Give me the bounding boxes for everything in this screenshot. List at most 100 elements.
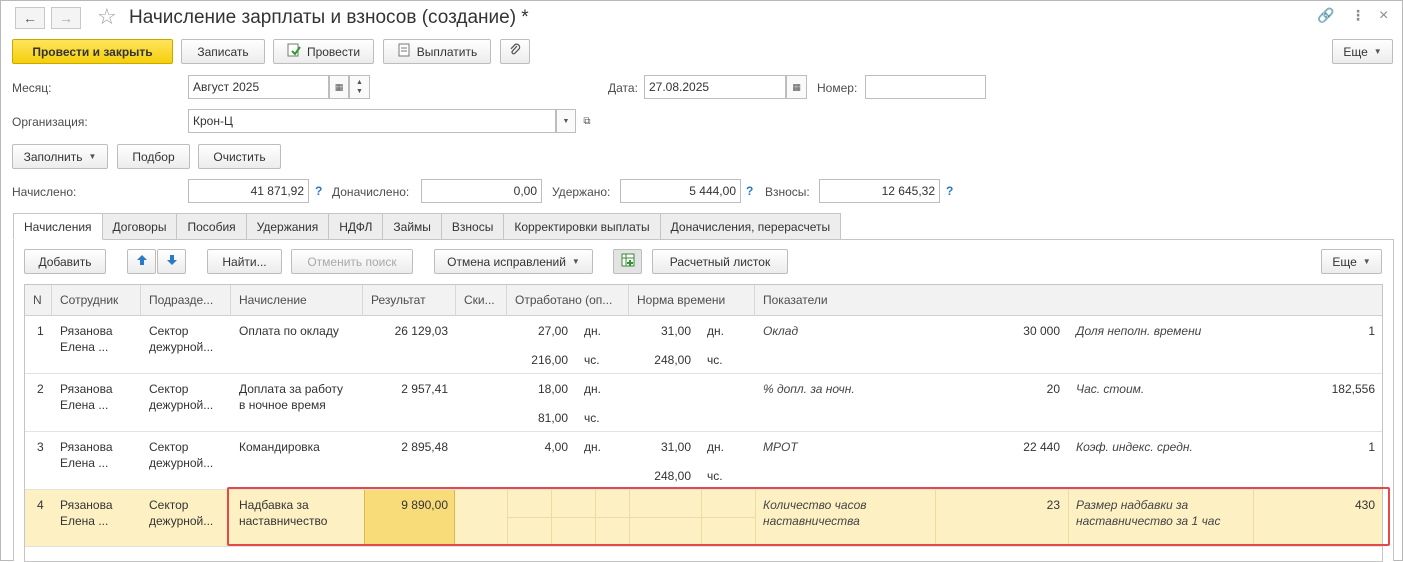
- department: дежурной...: [149, 456, 214, 470]
- arrow-up-icon: [136, 254, 148, 269]
- cancel-search-button[interactable]: Отменить поиск: [291, 249, 413, 274]
- indicator-value: 30 000: [1023, 324, 1060, 338]
- window-title: Начисление зарплаты и взносов (создание)…: [129, 7, 529, 28]
- worked-value: 4,00: [544, 440, 568, 454]
- post-document-icon: [287, 43, 301, 60]
- month-calendar-button[interactable]: ▦: [329, 75, 349, 99]
- norm-value: 31,00: [660, 324, 691, 338]
- find-button[interactable]: Найти...: [207, 249, 282, 274]
- close-icon[interactable]: ×: [1379, 7, 1388, 25]
- tab-deductions[interactable]: Удержания: [246, 213, 330, 240]
- col-header-norm[interactable]: Норма времени: [629, 285, 755, 316]
- document-window: ← → ☆ Начисление зарплаты и взносов (соз…: [0, 0, 1403, 562]
- link-icon[interactable]: 🔗: [1317, 7, 1334, 24]
- table-add-icon: [621, 253, 635, 270]
- post-and-close-button[interactable]: Провести и закрыть: [12, 39, 173, 64]
- help-icon[interactable]: ?: [746, 184, 753, 198]
- help-icon[interactable]: ?: [315, 184, 322, 198]
- save-button[interactable]: Записать: [181, 39, 265, 64]
- organization-dropdown-button[interactable]: ▼: [556, 109, 576, 133]
- month-field[interactable]: Август 2025: [188, 75, 329, 99]
- post-button[interactable]: Провести: [273, 39, 374, 64]
- payslip-button[interactable]: Расчетный листок: [652, 249, 788, 274]
- accrual-type: Доплата за работу: [239, 382, 343, 396]
- col-header-accrual[interactable]: Начисление: [231, 285, 363, 316]
- indicator-value: 182,556: [1331, 382, 1375, 396]
- worked-unit: дн.: [584, 440, 601, 454]
- pick-button[interactable]: Подбор: [117, 144, 190, 169]
- help-icon[interactable]: ?: [946, 184, 953, 198]
- col-header-department[interactable]: Подразде...: [141, 285, 231, 316]
- result-value: 2 895,48: [401, 440, 448, 454]
- caret-down-icon: ▼: [88, 152, 97, 161]
- pay-button[interactable]: Выплатить: [383, 39, 491, 64]
- forward-button[interactable]: →: [51, 7, 81, 29]
- more-button-label: Еще: [1343, 44, 1368, 59]
- col-header-result[interactable]: Результат: [363, 285, 456, 316]
- clear-button[interactable]: Очистить: [198, 144, 281, 169]
- date-field[interactable]: 27.08.2025: [644, 75, 786, 99]
- contributions-label: Взносы:: [765, 185, 810, 199]
- organization-label: Организация:: [12, 115, 88, 129]
- tab-ndfl[interactable]: НДФЛ: [329, 213, 384, 240]
- department: дежурной...: [149, 340, 214, 354]
- col-header-number[interactable]: N: [25, 285, 52, 316]
- tab-payment-adjustments[interactable]: Корректировки выплаты: [504, 213, 661, 240]
- move-down-button[interactable]: [157, 249, 186, 274]
- norm-value: 31,00: [660, 440, 691, 454]
- caret-down-icon: ▼: [1362, 257, 1371, 266]
- tab-loans[interactable]: Займы: [383, 213, 442, 240]
- table-more-button[interactable]: Еще ▼: [1321, 249, 1382, 274]
- col-header-discount[interactable]: Ски...: [456, 285, 507, 316]
- tab-contracts[interactable]: Договоры: [102, 213, 178, 240]
- department: Сектор: [149, 382, 189, 396]
- norm-unit: чс.: [707, 469, 723, 483]
- organization-field[interactable]: Крон-Ц: [188, 109, 556, 133]
- month-spinner[interactable]: ▲ ▼: [349, 75, 370, 99]
- tab-recalculations[interactable]: Доначисления, перерасчеты: [660, 213, 842, 240]
- col-header-employee[interactable]: Сотрудник: [52, 285, 141, 316]
- organization-open-button[interactable]: ⧉: [577, 109, 597, 133]
- row-separator: [25, 373, 1382, 374]
- favorite-star-icon[interactable]: ☆: [97, 4, 117, 30]
- add-row-button[interactable]: Добавить: [24, 249, 106, 274]
- row-separator: [25, 546, 1382, 547]
- more-button[interactable]: Еще ▼: [1332, 39, 1393, 64]
- move-up-button[interactable]: [127, 249, 156, 274]
- calendar-icon: ▦: [792, 81, 801, 92]
- tab-accruals[interactable]: Начисления: [13, 213, 103, 240]
- tab-benefits[interactable]: Пособия: [177, 213, 247, 240]
- worked-value: 18,00: [537, 382, 568, 396]
- row-number: 3: [37, 440, 44, 454]
- extra-accrued-field: 0,00: [421, 179, 542, 203]
- row-number: 2: [37, 382, 44, 396]
- back-button[interactable]: ←: [15, 7, 45, 29]
- col-header-indicators[interactable]: Показатели: [755, 285, 1382, 316]
- indicator-name: Коэф. индекс. средн.: [1076, 440, 1193, 454]
- extra-accrued-label: Доначислено:: [332, 185, 410, 199]
- employee-name: Елена ...: [60, 398, 109, 412]
- fill-button[interactable]: Заполнить ▼: [12, 144, 108, 169]
- department: Сектор: [149, 324, 189, 338]
- worked-unit: дн.: [584, 382, 601, 396]
- worked-unit: чс.: [584, 353, 600, 367]
- norm-value: 248,00: [654, 469, 691, 483]
- worked-value: 81,00: [537, 411, 568, 425]
- table-more-label: Еще: [1332, 254, 1357, 269]
- toggle-grid-button[interactable]: [613, 249, 642, 274]
- withheld-label: Удержано:: [552, 185, 611, 199]
- number-label: Номер:: [817, 81, 858, 95]
- undo-corrections-button[interactable]: Отмена исправлений ▼: [434, 249, 593, 274]
- contributions-field: 12 645,32: [819, 179, 940, 203]
- attach-button[interactable]: [500, 39, 530, 64]
- accrued-field: 41 871,92: [188, 179, 309, 203]
- arrow-down-icon: [166, 254, 178, 269]
- tab-contributions[interactable]: Взносы: [441, 213, 505, 240]
- more-vertical-icon[interactable]: ⋮: [1351, 7, 1365, 24]
- caret-down-icon: ▼: [1373, 47, 1382, 56]
- col-header-worked[interactable]: Отработано (оп...: [507, 285, 629, 316]
- number-field[interactable]: [865, 75, 986, 99]
- date-calendar-button[interactable]: ▦: [786, 75, 807, 99]
- result-value: 2 957,41: [401, 382, 448, 396]
- department: Сектор: [149, 498, 189, 512]
